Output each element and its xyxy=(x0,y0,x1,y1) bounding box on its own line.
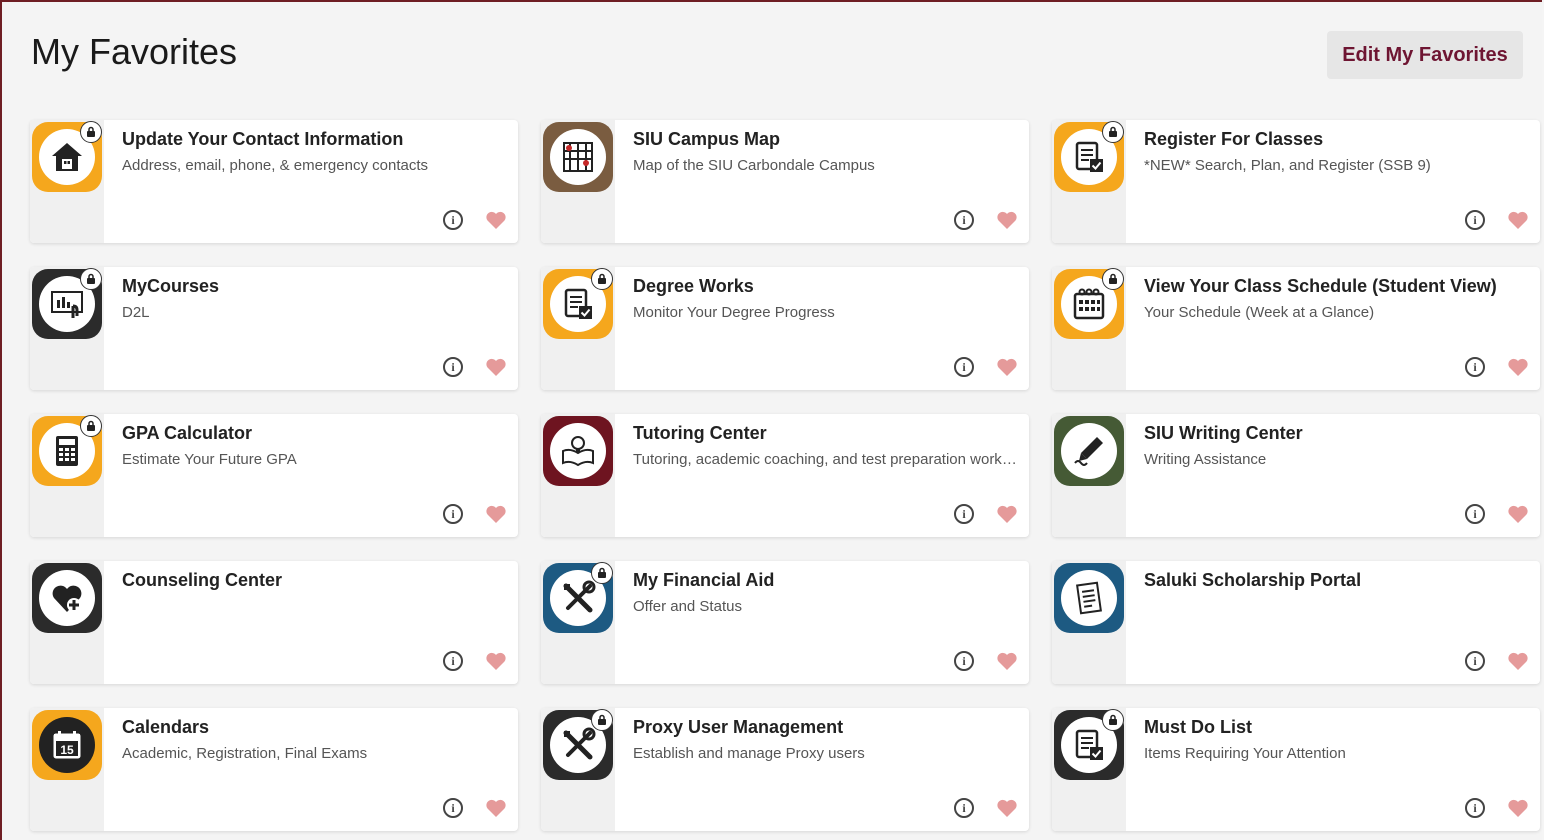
info-icon[interactable]: i xyxy=(1465,210,1485,230)
favorite-description: D2L xyxy=(122,304,150,321)
info-icon[interactable]: i xyxy=(443,210,463,230)
book-lightbulb-icon xyxy=(550,423,606,479)
favorite-card[interactable]: Must Do List Items Requiring Your Attent… xyxy=(1052,708,1540,831)
favorite-title[interactable]: MyCourses xyxy=(122,276,219,297)
favorite-title[interactable]: Calendars xyxy=(122,717,209,738)
map-icon xyxy=(550,129,606,185)
favorite-title[interactable]: Tutoring Center xyxy=(633,423,767,444)
info-icon[interactable]: i xyxy=(954,651,974,671)
app-icon-tile: 15 xyxy=(32,710,102,780)
info-icon[interactable]: i xyxy=(954,210,974,230)
app-icon-tile xyxy=(1054,416,1124,486)
calendar-icon: 15 xyxy=(39,717,95,773)
info-icon[interactable]: i xyxy=(954,357,974,377)
favorite-heart-icon[interactable] xyxy=(996,357,1018,377)
favorite-title[interactable]: My Financial Aid xyxy=(633,570,774,591)
favorite-description: *NEW* Search, Plan, and Register (SSB 9) xyxy=(1144,157,1431,174)
favorite-card[interactable]: My Financial Aid Offer and Status i xyxy=(541,561,1029,684)
favorite-heart-icon[interactable] xyxy=(1507,210,1529,230)
favorite-description: Items Requiring Your Attention xyxy=(1144,745,1346,762)
favorite-title[interactable]: Proxy User Management xyxy=(633,717,843,738)
favorite-heart-icon[interactable] xyxy=(996,504,1018,524)
favorite-card[interactable]: Saluki Scholarship Portal i xyxy=(1052,561,1540,684)
document-list-icon xyxy=(1061,570,1117,626)
favorite-heart-icon[interactable] xyxy=(996,798,1018,818)
info-icon[interactable]: i xyxy=(443,357,463,377)
favorite-heart-icon[interactable] xyxy=(996,651,1018,671)
favorite-description: Offer and Status xyxy=(633,598,742,615)
favorite-card[interactable]: Tutoring Center Tutoring, academic coach… xyxy=(541,414,1029,537)
favorite-title[interactable]: SIU Campus Map xyxy=(633,129,780,150)
favorite-description: Writing Assistance xyxy=(1144,451,1267,468)
favorite-heart-icon[interactable] xyxy=(485,651,507,671)
lock-icon xyxy=(1102,709,1124,731)
favorite-card[interactable]: SIU Campus Map Map of the SIU Carbondale… xyxy=(541,120,1029,243)
app-icon-tile xyxy=(32,563,102,633)
lock-icon xyxy=(80,268,102,290)
info-icon[interactable]: i xyxy=(954,798,974,818)
page-title: My Favorites xyxy=(31,31,238,72)
edit-favorites-button[interactable]: Edit My Favorites xyxy=(1327,31,1523,79)
favorite-card[interactable]: Update Your Contact Information Address,… xyxy=(30,120,518,243)
favorite-title[interactable]: Update Your Contact Information xyxy=(122,129,403,150)
favorite-description: Tutoring, academic coaching, and test pr… xyxy=(633,451,1018,468)
info-icon[interactable]: i xyxy=(443,798,463,818)
lock-icon xyxy=(591,709,613,731)
favorite-title[interactable]: Register For Classes xyxy=(1144,129,1323,150)
favorite-description: Establish and manage Proxy users xyxy=(633,745,865,762)
favorite-card[interactable]: MyCourses D2L i xyxy=(30,267,518,390)
favorite-heart-icon[interactable] xyxy=(1507,651,1529,671)
favorite-card[interactable]: 15 Calendars Academic, Registration, Fin… xyxy=(30,708,518,831)
favorite-title[interactable]: SIU Writing Center xyxy=(1144,423,1303,444)
favorite-description: Your Schedule (Week at a Glance) xyxy=(1144,304,1375,321)
favorite-heart-icon[interactable] xyxy=(485,210,507,230)
favorite-heart-icon[interactable] xyxy=(1507,504,1529,524)
app-icon-tile xyxy=(543,122,613,192)
favorite-description: Address, email, phone, & emergency conta… xyxy=(122,157,428,174)
favorite-card[interactable]: View Your Class Schedule (Student View) … xyxy=(1052,267,1540,390)
favorite-title[interactable]: GPA Calculator xyxy=(122,423,252,444)
pen-icon xyxy=(1061,423,1117,479)
app-icon-tile xyxy=(1054,563,1124,633)
favorite-heart-icon[interactable] xyxy=(996,210,1018,230)
favorite-heart-icon[interactable] xyxy=(485,798,507,818)
app-frame: My Favorites Edit My Favorites Update Yo… xyxy=(0,0,1542,840)
lock-icon xyxy=(591,562,613,584)
heart-plus-icon xyxy=(39,570,95,626)
favorite-title[interactable]: View Your Class Schedule (Student View) xyxy=(1144,276,1497,297)
info-icon[interactable]: i xyxy=(1465,798,1485,818)
favorite-card[interactable]: Register For Classes *NEW* Search, Plan,… xyxy=(1052,120,1540,243)
info-icon[interactable]: i xyxy=(443,504,463,524)
info-icon[interactable]: i xyxy=(954,504,974,524)
favorite-title[interactable]: Degree Works xyxy=(633,276,754,297)
favorites-grid: Update Your Contact Information Address,… xyxy=(30,120,1540,831)
info-icon[interactable]: i xyxy=(1465,504,1485,524)
favorite-title[interactable]: Saluki Scholarship Portal xyxy=(1144,570,1361,591)
favorite-description: Estimate Your Future GPA xyxy=(122,451,297,468)
info-icon[interactable]: i xyxy=(443,651,463,671)
favorite-title[interactable]: Counseling Center xyxy=(122,570,282,591)
favorite-heart-icon[interactable] xyxy=(1507,798,1529,818)
favorite-card[interactable]: SIU Writing Center Writing Assistance i xyxy=(1052,414,1540,537)
svg-text:15: 15 xyxy=(60,743,74,757)
favorite-card[interactable]: Degree Works Monitor Your Degree Progres… xyxy=(541,267,1029,390)
favorite-heart-icon[interactable] xyxy=(485,504,507,524)
info-icon[interactable]: i xyxy=(1465,357,1485,377)
favorite-title[interactable]: Must Do List xyxy=(1144,717,1252,738)
app-icon-tile xyxy=(543,416,613,486)
favorite-heart-icon[interactable] xyxy=(1507,357,1529,377)
favorite-description: Academic, Registration, Final Exams xyxy=(122,745,368,762)
favorite-card[interactable]: Counseling Center i xyxy=(30,561,518,684)
lock-icon xyxy=(1102,268,1124,290)
info-icon[interactable]: i xyxy=(1465,651,1485,671)
favorite-description: Map of the SIU Carbondale Campus xyxy=(633,157,875,174)
lock-icon xyxy=(80,121,102,143)
lock-icon xyxy=(80,415,102,437)
lock-icon xyxy=(591,268,613,290)
lock-icon xyxy=(1102,121,1124,143)
favorite-card[interactable]: Proxy User Management Establish and mana… xyxy=(541,708,1029,831)
favorite-heart-icon[interactable] xyxy=(485,357,507,377)
favorite-description: Monitor Your Degree Progress xyxy=(633,304,835,321)
favorite-card[interactable]: GPA Calculator Estimate Your Future GPA … xyxy=(30,414,518,537)
